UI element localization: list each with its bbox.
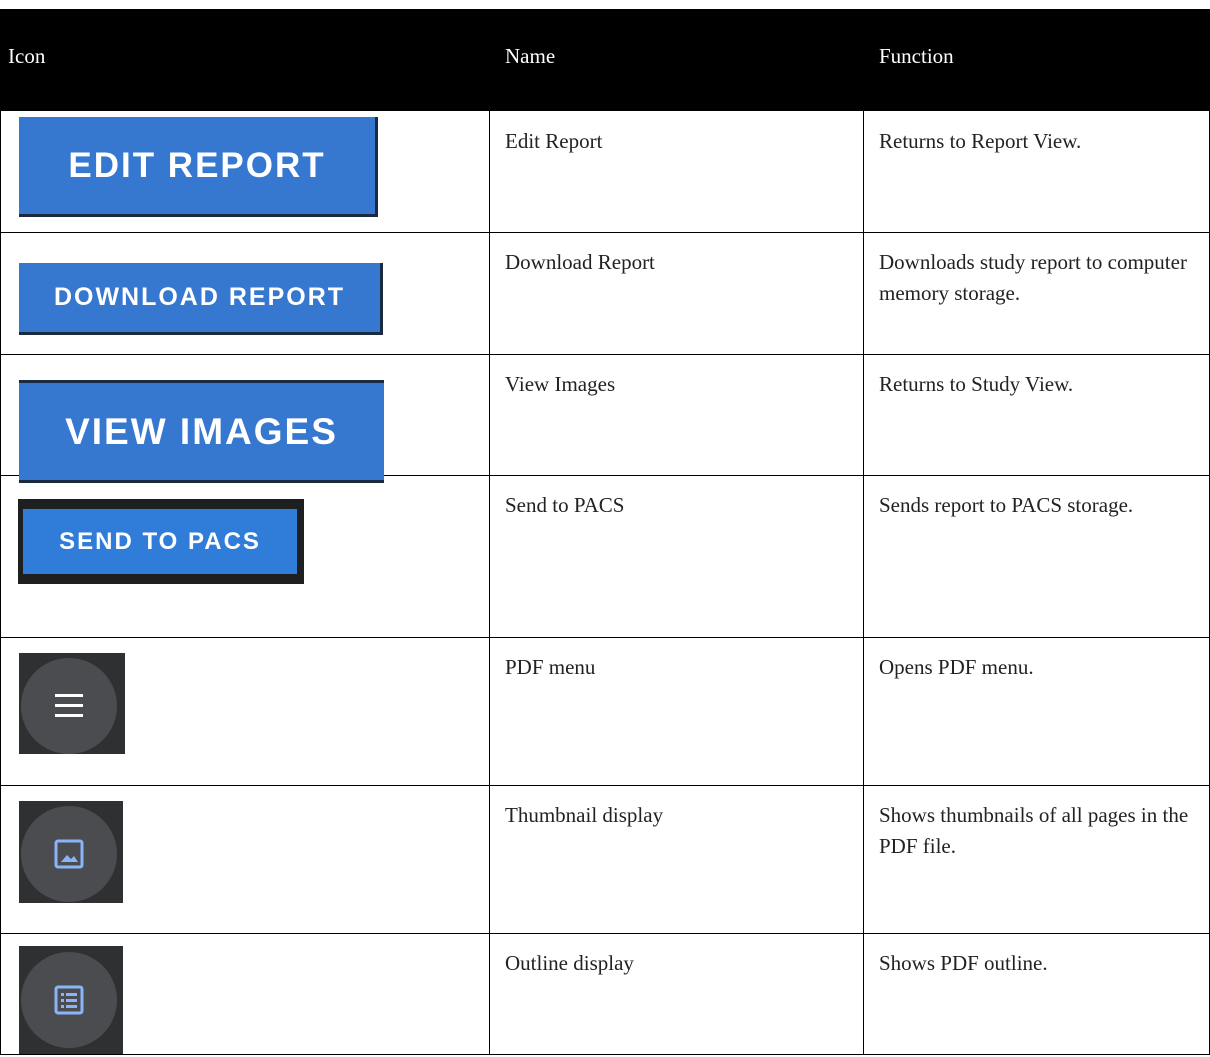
view-images-button[interactable]: VIEW IMAGES (19, 380, 384, 483)
download-report-button[interactable]: DOWNLOAD REPORT (19, 263, 383, 335)
row-function: Shows thumbnails of all pages in the PDF… (879, 803, 1189, 858)
row-function: Returns to Report View. (879, 129, 1082, 153)
table-header: Icon Name Function (0, 0, 1210, 111)
table-row: Outline display Shows PDF outline. (0, 933, 1210, 1055)
row-name: Thumbnail display (505, 803, 664, 827)
table-row: PDF menu Opens PDF menu. (0, 637, 1210, 786)
send-to-pacs-frame: SEND TO PACS (18, 499, 304, 584)
pdf-menu-icon-tile[interactable] (19, 653, 125, 754)
table-row: DOWNLOAD REPORT Download Report Download… (0, 232, 1210, 355)
table-row: EDIT REPORT Edit Report Returns to Repor… (0, 111, 1210, 233)
header-function: Function (879, 44, 954, 68)
row-function: Opens PDF menu. (879, 655, 1034, 679)
table-row: SEND TO PACS Send to PACS Sends report t… (0, 475, 1210, 638)
row-name: Send to PACS (505, 493, 625, 517)
list-outline-icon (54, 985, 84, 1015)
row-name: View Images (505, 372, 616, 396)
row-name: Download Report (505, 250, 655, 274)
row-name: Edit Report (505, 129, 603, 153)
row-function: Returns to Study View. (879, 372, 1074, 396)
table-row: VIEW IMAGES View Images Returns to Study… (0, 354, 1210, 483)
header-name: Name (505, 44, 556, 68)
outline-icon-tile[interactable] (19, 946, 123, 1054)
row-function: Downloads study report to computer memor… (879, 250, 1187, 305)
row-name: PDF menu (505, 655, 596, 679)
edit-report-button[interactable]: EDIT REPORT (19, 117, 378, 217)
header-icon: Icon (8, 44, 46, 68)
row-name: Outline display (505, 951, 634, 975)
thumbnail-icon-tile[interactable] (19, 801, 123, 903)
send-to-pacs-button[interactable]: SEND TO PACS (23, 509, 297, 574)
table-row: Thumbnail display Shows thumbnails of al… (0, 785, 1210, 934)
row-function: Shows PDF outline. (879, 951, 1048, 975)
image-thumbnail-icon (54, 839, 84, 869)
row-function: Sends report to PACS storage. (879, 493, 1134, 517)
header-bar: Icon Name Function (0, 9, 1210, 111)
hamburger-menu-icon (55, 694, 83, 717)
